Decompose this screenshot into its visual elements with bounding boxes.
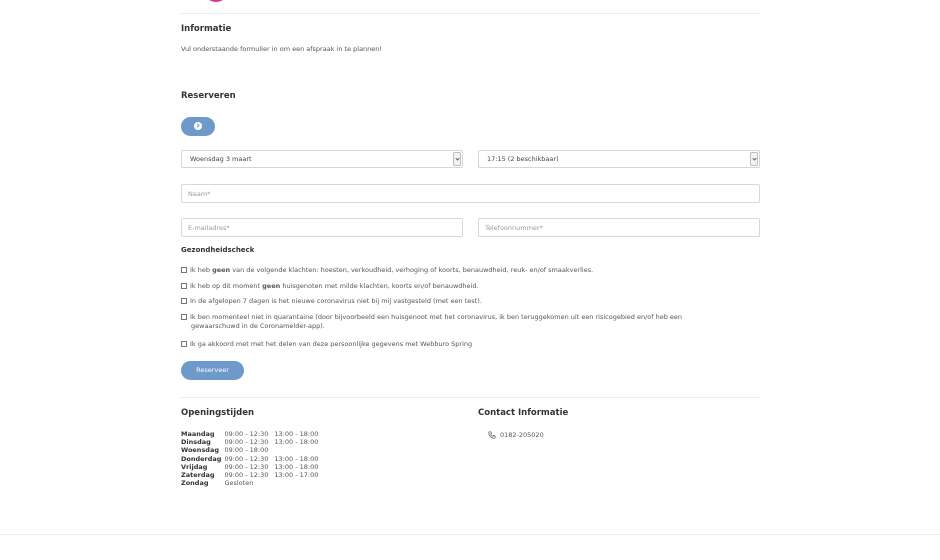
info-text: Vul onderstaande formulier in om een afs… [181,45,383,53]
email-input[interactable] [181,218,463,237]
checkbox[interactable] [181,314,187,320]
phone-input[interactable] [478,218,760,237]
footer-divider [0,534,940,535]
table-row: Maandag 09:00 - 12:30 13:00 - 18:00 [181,430,319,438]
hours-title: Openingstijden [181,408,255,418]
table-row: Dinsdag 09:00 - 12:30 13:00 - 18:00 [181,438,319,447]
checkbox[interactable] [181,283,187,289]
table-row: Vrijdag 09:00 - 12:30 13:00 - 18:00 [181,462,319,471]
time-select-value: 17:15 (2 beschikbaar) [487,155,559,163]
table-row: Woensdag 09:00 - 18:00 [181,446,269,455]
table-row: Zaterdag 09:00 - 12:30 13:00 - 17:00 [181,471,319,480]
date-select-value: Woensdag 3 maart [190,155,252,163]
opening-hours-table: Maandag 09:00 - 12:30 13:00 - 18:00 Dinsda… [181,430,318,487]
table-row: Zondag Gesloten [181,479,254,488]
reserve-title: Reserveren [181,91,236,101]
checkbox[interactable] [181,341,187,347]
contact-phone[interactable]: 0182-205020 [500,431,544,439]
health-check-2[interactable]: Ik heb op dit moment geen huisgenoten me… [181,282,751,291]
reserveer-button[interactable]: Reserveer [181,361,244,380]
phone-icon [488,431,496,439]
checkbox[interactable] [181,267,187,273]
logo [203,0,229,2]
checkbox[interactable] [181,298,187,304]
contact-title: Contact Informatie [478,408,569,418]
divider [181,397,760,398]
health-check-1[interactable]: Ik heb geen van de volgende klachten: ho… [181,266,751,275]
chevron-down-icon [453,152,461,166]
health-check-3[interactable]: In de afgelopen 7 dagen is het nieuwe co… [181,297,751,306]
date-select[interactable]: Woensdag 3 maart [181,150,463,168]
time-select[interactable]: 17:15 (2 beschikbaar) [478,150,760,168]
table-row: Donderdag 09:00 - 12:30 13:00 - 18:00 [181,454,319,463]
next-step-button[interactable] [181,117,215,136]
chevron-down-icon [750,152,758,166]
divider [181,13,760,14]
health-title: Gezondheidscheck [181,246,255,254]
arrow-right-icon [194,122,202,130]
health-check-5[interactable]: Ik ga akkoord met met het delen van deze… [181,340,751,349]
health-check-4[interactable]: Ik ben momenteel niet in quarantaine (do… [181,313,751,331]
name-input[interactable] [181,184,760,203]
info-title: Informatie [181,24,232,34]
